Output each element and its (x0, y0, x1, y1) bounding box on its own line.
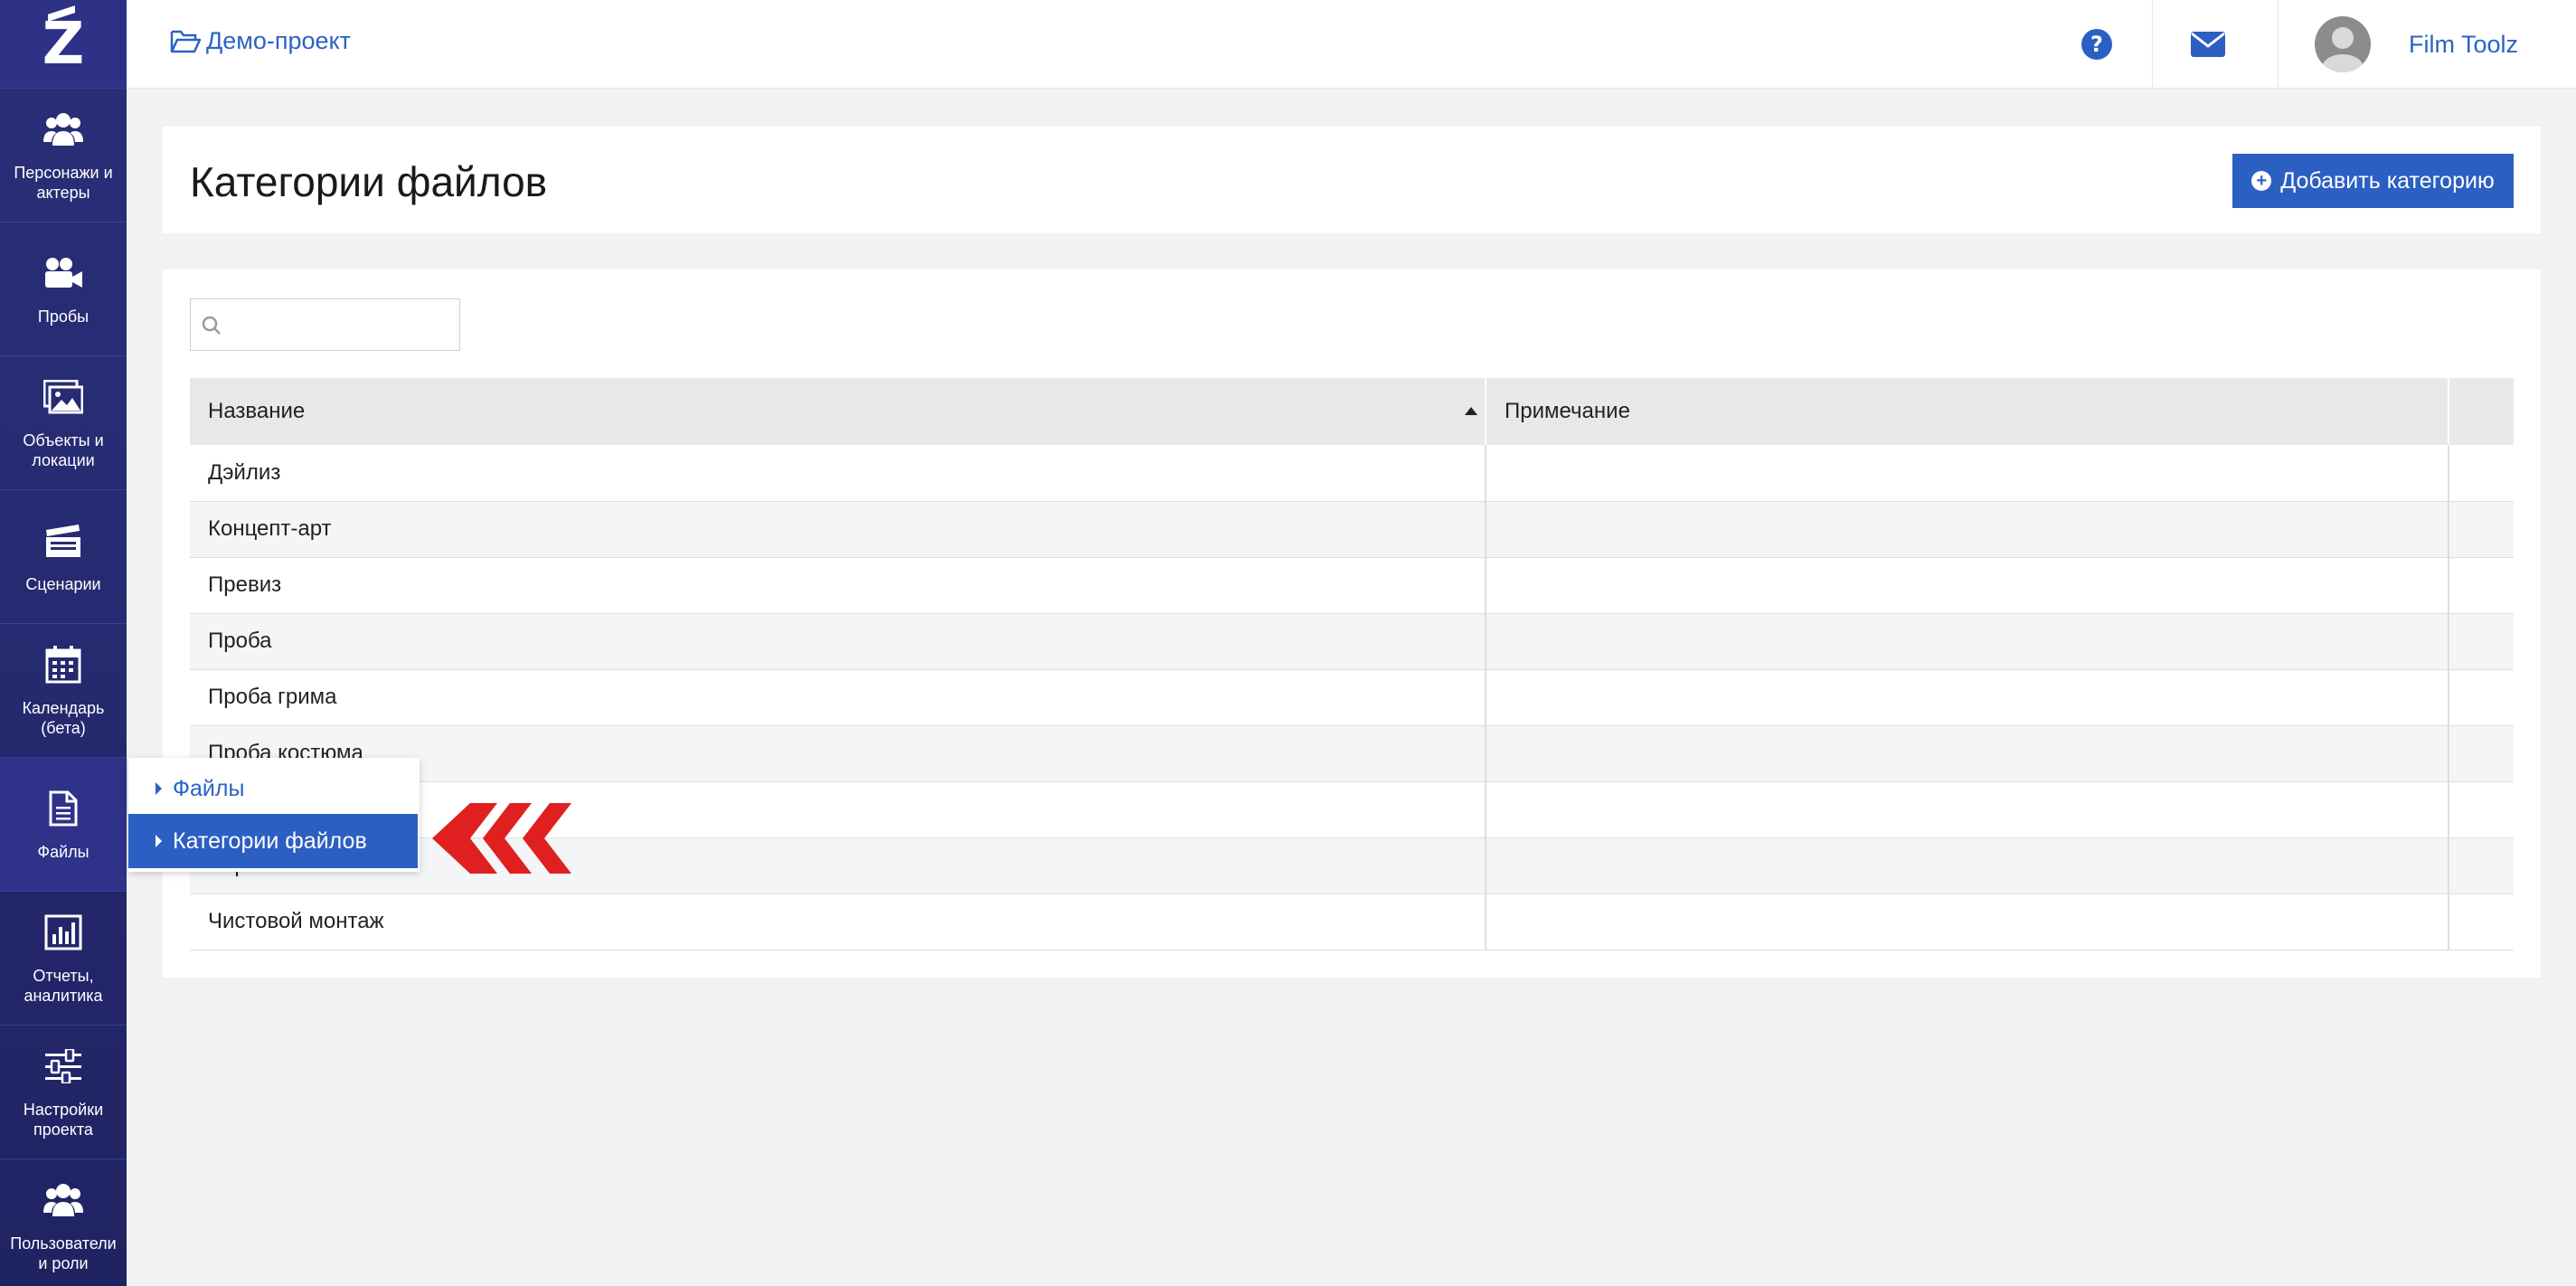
cell-name: Концепт-арт (190, 501, 1486, 558)
table-row[interactable]: Превиз (190, 557, 2514, 614)
sidebar-item-characters[interactable]: Персонажи и актеры (0, 89, 127, 222)
sidebar-item-users-roles[interactable]: Пользователи и роли (0, 1159, 127, 1286)
sidebar: Z Персонажи и актеры Пробы Объекты и лок… (0, 0, 127, 1286)
column-header-note[interactable]: Примечание (1486, 378, 2449, 445)
cell-name: Дэйлиз (190, 445, 1486, 502)
submenu-item-files[interactable]: Файлы (128, 761, 420, 816)
search-box[interactable] (190, 298, 460, 351)
search-icon (202, 316, 221, 335)
project-link[interactable]: Демо-проект (170, 27, 351, 55)
table-row[interactable]: Дэйлиз (190, 445, 2514, 502)
cell-note (1486, 557, 2449, 614)
sidebar-item-label: Настройки проекта (23, 1100, 104, 1139)
submenu-item-file-categories[interactable]: Категории файлов (128, 814, 418, 868)
plus-circle-icon: + (2251, 171, 2272, 191)
cell-actions (2449, 781, 2514, 838)
cell-note (1486, 669, 2449, 726)
table-row[interactable]: Проба (190, 613, 2514, 670)
users-icon (42, 1179, 84, 1221)
column-header-label: Примечание (1505, 399, 1630, 423)
cell-note (1486, 781, 2449, 838)
sidebar-item-label: Пользователи и роли (10, 1234, 117, 1272)
cell-note (1486, 837, 2449, 894)
folder-open-icon (170, 30, 201, 52)
column-header-name[interactable]: Название (190, 378, 1486, 445)
add-category-button[interactable]: + Добавить категорию (2232, 154, 2514, 208)
sidebar-item-label: Объекты и локации (23, 430, 104, 469)
table-row[interactable]: Проба грима (190, 669, 2514, 726)
sliders-icon (42, 1045, 84, 1087)
help-button[interactable]: ? (2042, 0, 2152, 89)
app-logo[interactable]: Z (0, 0, 127, 89)
caret-right-icon (156, 782, 162, 795)
cell-note (1486, 725, 2449, 782)
svg-text:?: ? (2090, 32, 2103, 57)
cell-name: Чистовой монтаж (190, 894, 1486, 950)
project-name: Демо-проект (206, 27, 352, 54)
sidebar-item-reports[interactable]: Отчеты, аналитика (0, 892, 127, 1026)
sidebar-item-label: Пробы (37, 307, 90, 326)
table-row[interactable]: Проба костюма (190, 725, 2514, 782)
user-menu[interactable]: Film Toolz (2278, 0, 2576, 89)
cell-note (1486, 613, 2449, 670)
cell-actions (2449, 613, 2514, 670)
sidebar-item-label: Отчеты, аналитика (24, 966, 103, 1005)
cell-note (1486, 501, 2449, 558)
bar-chart-icon (42, 912, 84, 953)
sidebar-item-label: Календарь (бета) (22, 698, 105, 737)
cell-actions (2449, 837, 2514, 894)
cell-note (1486, 894, 2449, 950)
cell-name: Проба (190, 613, 1486, 670)
cell-actions (2449, 894, 2514, 950)
top-bar: Демо-проект ? Film Toolz (127, 0, 2576, 89)
sidebar-item-label: Файлы (37, 842, 90, 861)
table-row[interactable]: Чистовой монтаж (190, 894, 2514, 950)
column-header-actions (2449, 378, 2514, 445)
page-title: Категории файлов (190, 158, 548, 205)
files-submenu: Файлы Категории файлов (128, 758, 420, 872)
page-header: Категории файлов + Добавить категорию (163, 127, 2541, 233)
cell-actions (2449, 501, 2514, 558)
users-icon (42, 109, 84, 150)
sidebar-item-auditions[interactable]: Пробы (0, 222, 127, 356)
user-name: Film Toolz (2409, 30, 2519, 58)
image-icon (42, 376, 84, 418)
avatar (2315, 16, 2371, 72)
sidebar-item-locations[interactable]: Объекты и локации (0, 356, 127, 490)
cell-actions (2449, 557, 2514, 614)
cell-name: Превиз (190, 557, 1486, 614)
sidebar-item-label: Сценарии (25, 574, 101, 593)
video-camera-icon (42, 252, 84, 294)
logo-z-icon: Z (42, 10, 85, 78)
calendar-icon (42, 644, 84, 686)
cell-name: Проба грима (190, 669, 1486, 726)
sidebar-item-project-settings[interactable]: Настройки проекта (0, 1026, 127, 1159)
pointer-arrows-icon (432, 803, 571, 874)
question-circle-icon: ? (2081, 29, 2112, 60)
sidebar-item-label: Персонажи и актеры (14, 163, 113, 202)
cell-actions (2449, 669, 2514, 726)
table-row[interactable]: Концепт-арт (190, 501, 2514, 558)
sidebar-item-calendar[interactable]: Календарь (бета) (0, 624, 127, 758)
cell-note (1486, 445, 2449, 502)
cell-actions (2449, 445, 2514, 502)
messages-button[interactable] (2152, 0, 2262, 89)
search-input[interactable] (227, 307, 453, 343)
sort-ascending-icon (1465, 407, 1477, 415)
file-icon (42, 788, 84, 829)
clapperboard-icon (42, 520, 84, 562)
submenu-item-label: Файлы (173, 775, 245, 801)
cell-actions (2449, 725, 2514, 782)
column-header-label: Название (208, 399, 306, 423)
sidebar-item-scripts[interactable]: Сценарии (0, 490, 127, 624)
caret-right-icon (156, 835, 162, 847)
sidebar-item-files[interactable]: Файлы (0, 758, 127, 892)
add-category-label: Добавить категорию (2280, 167, 2495, 194)
submenu-item-label: Категории файлов (173, 827, 367, 854)
envelope-icon (2190, 32, 2225, 57)
